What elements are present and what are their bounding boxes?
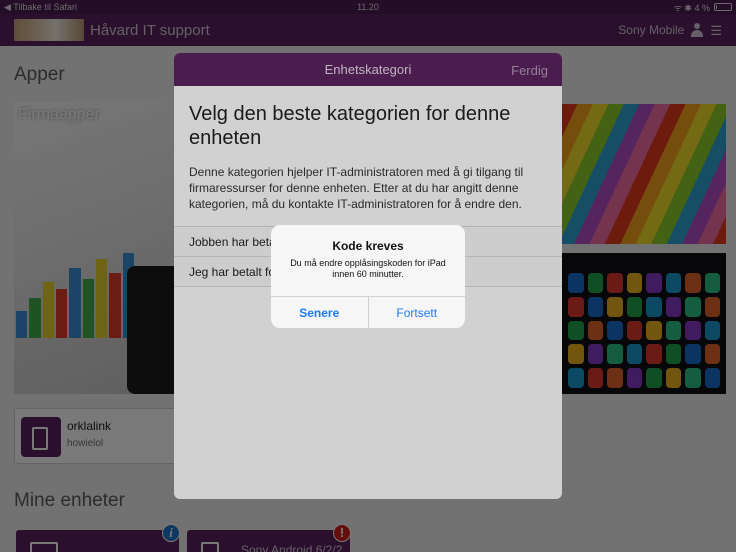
alert-title: Kode kreves [332, 239, 404, 253]
alert-actions: Senere Fortsett [271, 296, 465, 328]
passcode-required-alert: Kode kreves Du må endre opplåsingskoden … [271, 225, 465, 328]
later-button[interactable]: Senere [271, 297, 369, 328]
alert-message: Du må endre opplåsingskoden for iPad inn… [290, 258, 446, 279]
continue-button[interactable]: Fortsett [369, 297, 466, 328]
